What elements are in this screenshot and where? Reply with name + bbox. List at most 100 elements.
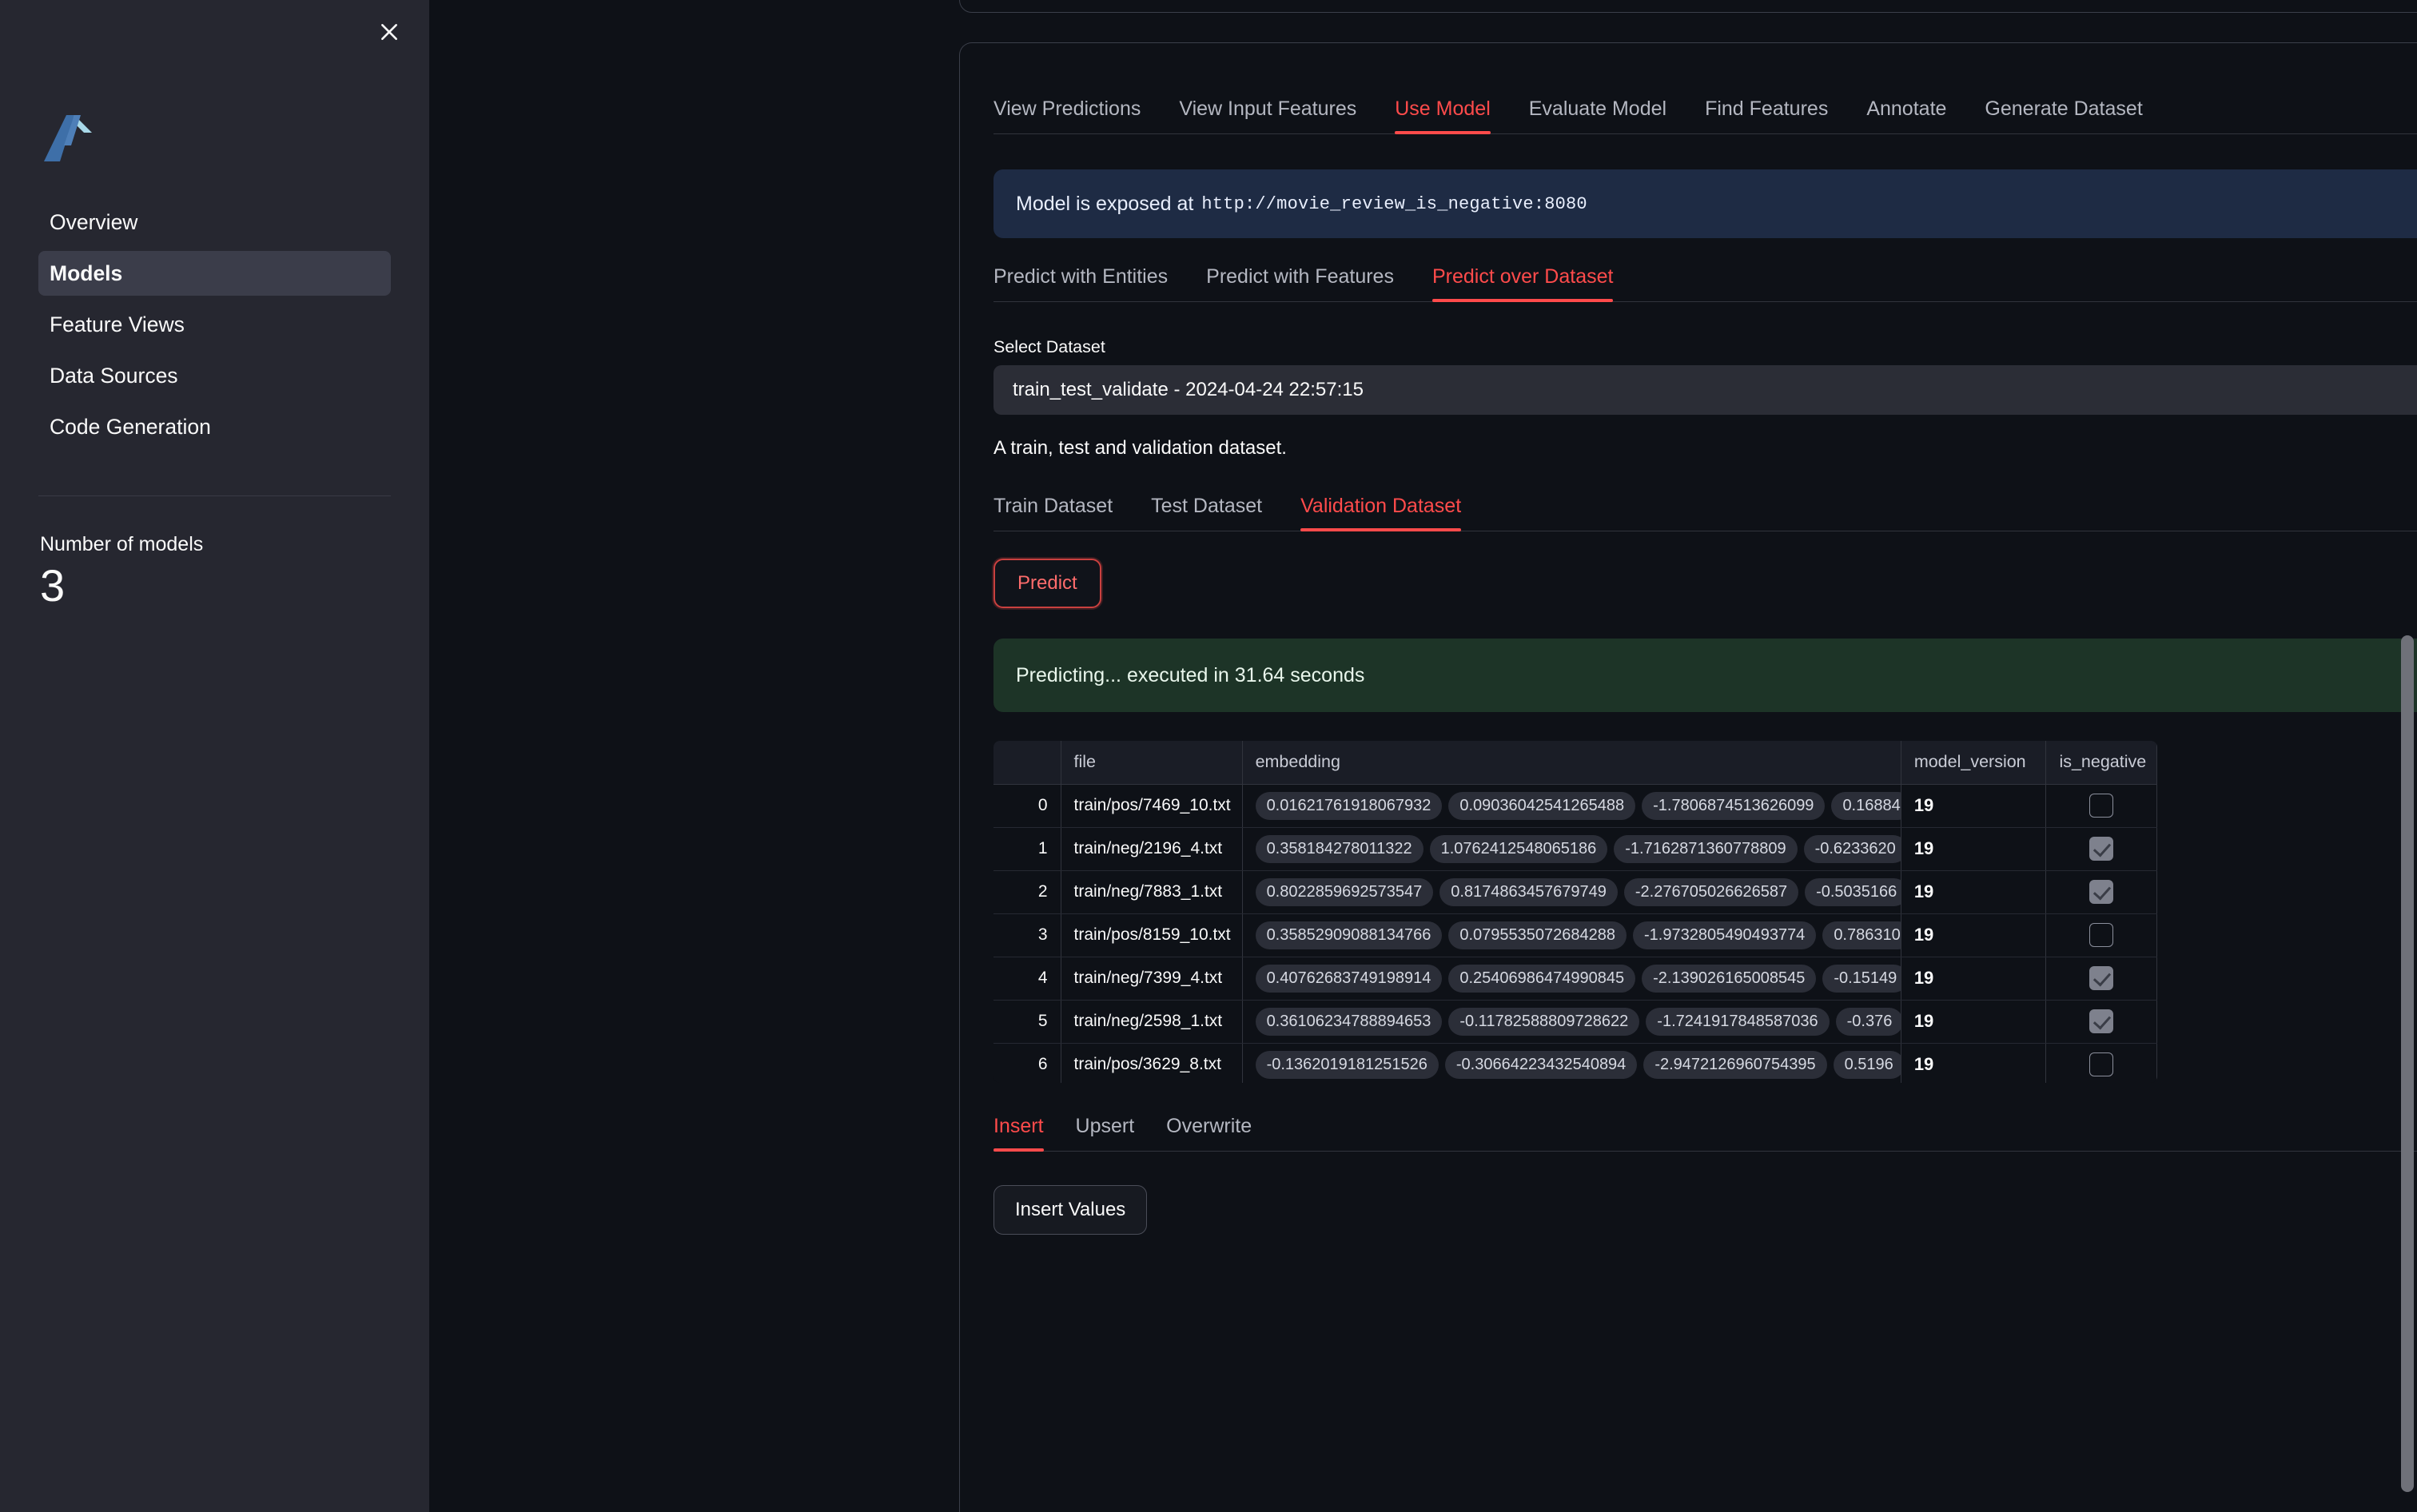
- app-logo-icon: [42, 112, 98, 169]
- page-scrollbar[interactable]: [2401, 0, 2414, 1512]
- tab-overwrite[interactable]: Overwrite: [1166, 1115, 1252, 1151]
- sidebar-close-button[interactable]: [372, 14, 407, 50]
- cell-embedding: 0.407626837491989140.25406986474990845-2…: [1242, 957, 1901, 1000]
- embedding-value: 0.25406986474990845: [1448, 965, 1635, 993]
- tab-view-input-features[interactable]: View Input Features: [1179, 97, 1356, 133]
- tab-test-dataset[interactable]: Test Dataset: [1151, 495, 1262, 531]
- cell-index: 1: [993, 827, 1061, 870]
- model-endpoint-banner: Model is exposed at http://movie_review_…: [993, 169, 2417, 238]
- sidebar-item-label: Code Generation: [50, 415, 211, 440]
- embedding-value: -1.9732805490493774: [1633, 921, 1816, 949]
- sidebar-item-overview[interactable]: Overview: [38, 200, 391, 245]
- table-row[interactable]: 0train/pos/7469_10.txt0.0162176191806793…: [993, 784, 2157, 827]
- embedding-value: -1.7806874513626099: [1642, 792, 1825, 820]
- table-col-model-version: model_version: [1901, 741, 2046, 784]
- is-negative-checkbox[interactable]: [2089, 1009, 2113, 1033]
- embedding-value: -0.15149: [1822, 965, 1901, 993]
- table-body: 0train/pos/7469_10.txt0.0162176191806793…: [993, 784, 2157, 1083]
- select-dataset-value: train_test_validate - 2024-04-24 22:57:1…: [1013, 379, 2417, 401]
- main-content: View Predictions View Input Features Use…: [429, 0, 2417, 1512]
- model-endpoint-text: Model is exposed at: [1016, 193, 1193, 216]
- embedding-value: 0.8174863457679749: [1439, 878, 1618, 906]
- sidebar-item-models[interactable]: Models: [38, 251, 391, 296]
- tab-predict-over-dataset[interactable]: Predict over Dataset: [1432, 265, 1614, 301]
- sidebar: Overview Models Feature Views Data Sourc…: [0, 0, 429, 1512]
- embedding-value: 0.5196: [1834, 1051, 1901, 1079]
- close-icon: [379, 22, 400, 42]
- is-negative-checkbox[interactable]: [2089, 794, 2113, 818]
- cell-embedding: 0.3581842780113221.0762412548065186-1.71…: [1242, 827, 1901, 870]
- predictions-table-container[interactable]: file embedding model_version is_negative…: [993, 741, 2157, 1083]
- model-endpoint-url: http://movie_review_is_negative:8080: [1201, 194, 1587, 214]
- cell-file: train/neg/7883_1.txt: [1061, 870, 1242, 913]
- cell-index: 6: [993, 1043, 1061, 1083]
- embedding-value: -1.7162871360778809: [1614, 835, 1797, 863]
- predict-mode-tabs: Predict with Entities Predict with Featu…: [993, 265, 2417, 302]
- tab-upsert[interactable]: Upsert: [1076, 1115, 1135, 1151]
- cell-model-version: 19: [1901, 1000, 2046, 1043]
- table-row[interactable]: 5train/neg/2598_1.txt0.36106234788894653…: [993, 1000, 2157, 1043]
- tab-annotate[interactable]: Annotate: [1866, 97, 1946, 133]
- insert-values-button[interactable]: Insert Values: [993, 1185, 1147, 1235]
- write-mode-tabs: Insert Upsert Overwrite: [993, 1115, 2417, 1152]
- metric-label: Number of models: [40, 533, 391, 556]
- table-row[interactable]: 6train/pos/3629_8.txt-0.1362019181251526…: [993, 1043, 2157, 1083]
- is-negative-checkbox[interactable]: [2089, 923, 2113, 947]
- tab-validation-dataset[interactable]: Validation Dataset: [1300, 495, 1461, 531]
- tab-use-model[interactable]: Use Model: [1395, 97, 1491, 133]
- sidebar-item-data-sources[interactable]: Data Sources: [38, 353, 391, 398]
- table-row[interactable]: 1train/neg/2196_4.txt0.3581842780113221.…: [993, 827, 2157, 870]
- page-scrollbar-thumb[interactable]: [2401, 635, 2414, 1492]
- sidebar-item-feature-views[interactable]: Feature Views: [38, 302, 391, 347]
- sidebar-item-code-generation[interactable]: Code Generation: [38, 404, 391, 449]
- tab-predict-with-entities[interactable]: Predict with Entities: [993, 265, 1168, 301]
- table-col-is-negative: is_negative: [2046, 741, 2157, 784]
- embedding-value: 0.01621761918067932: [1256, 792, 1443, 820]
- select-dataset-label: Select Dataset: [993, 337, 2417, 357]
- embedding-value: 0.35852909088134766: [1256, 921, 1443, 949]
- predict-status-banner: Predicting... executed in 31.64 seconds: [993, 639, 2417, 712]
- tab-predict-with-features[interactable]: Predict with Features: [1206, 265, 1394, 301]
- is-negative-checkbox[interactable]: [2089, 966, 2113, 990]
- table-row[interactable]: 3train/pos/8159_10.txt0.3585290908813476…: [993, 913, 2157, 957]
- sidebar-divider: [38, 495, 391, 496]
- tab-find-features[interactable]: Find Features: [1705, 97, 1828, 133]
- embedding-value: -0.11782588809728622: [1448, 1008, 1639, 1036]
- cell-model-version: 19: [1901, 784, 2046, 827]
- table-row[interactable]: 2train/neg/7883_1.txt0.80228596925735470…: [993, 870, 2157, 913]
- tab-generate-dataset[interactable]: Generate Dataset: [1985, 97, 2142, 133]
- cell-model-version: 19: [1901, 827, 2046, 870]
- previous-card-partial: [959, 0, 2417, 13]
- predict-status-text: Predicting... executed in 31.64 seconds: [1016, 664, 1364, 687]
- embedding-value: 1.0762412548065186: [1430, 835, 1608, 863]
- tab-train-dataset[interactable]: Train Dataset: [993, 495, 1113, 531]
- tab-view-predictions[interactable]: View Predictions: [993, 97, 1141, 133]
- app-logo: [42, 112, 391, 169]
- embedding-value: -0.6233620: [1804, 835, 1901, 863]
- cell-index: 0: [993, 784, 1061, 827]
- embedding-value: -0.376: [1836, 1008, 1901, 1036]
- sidebar-item-label: Overview: [50, 210, 137, 235]
- cell-is-negative: [2046, 870, 2157, 913]
- tab-insert[interactable]: Insert: [993, 1115, 1044, 1151]
- embedding-value: -0.30664223432540894: [1445, 1051, 1637, 1079]
- embedding-value: -0.1362019181251526: [1256, 1051, 1439, 1079]
- embedding-value: 0.09036042541265488: [1448, 792, 1635, 820]
- is-negative-checkbox[interactable]: [2089, 837, 2113, 861]
- predict-button[interactable]: Predict: [993, 559, 1101, 608]
- cell-model-version: 19: [1901, 870, 2046, 913]
- cell-model-version: 19: [1901, 1043, 2046, 1083]
- embedding-value: -0.5035166: [1805, 878, 1901, 906]
- embedding-value: 0.16884: [1831, 792, 1901, 820]
- cell-is-negative: [2046, 784, 2157, 827]
- table-col-file: file: [1061, 741, 1242, 784]
- embedding-value: -2.139026165008545: [1642, 965, 1816, 993]
- is-negative-checkbox[interactable]: [2089, 880, 2113, 904]
- cell-model-version: 19: [1901, 913, 2046, 957]
- is-negative-checkbox[interactable]: [2089, 1052, 2113, 1076]
- table-row[interactable]: 4train/neg/7399_4.txt0.40762683749198914…: [993, 957, 2157, 1000]
- select-dataset-dropdown[interactable]: train_test_validate - 2024-04-24 22:57:1…: [993, 365, 2417, 415]
- tab-evaluate-model[interactable]: Evaluate Model: [1529, 97, 1666, 133]
- table-header-row: file embedding model_version is_negative: [993, 741, 2157, 784]
- cell-index: 2: [993, 870, 1061, 913]
